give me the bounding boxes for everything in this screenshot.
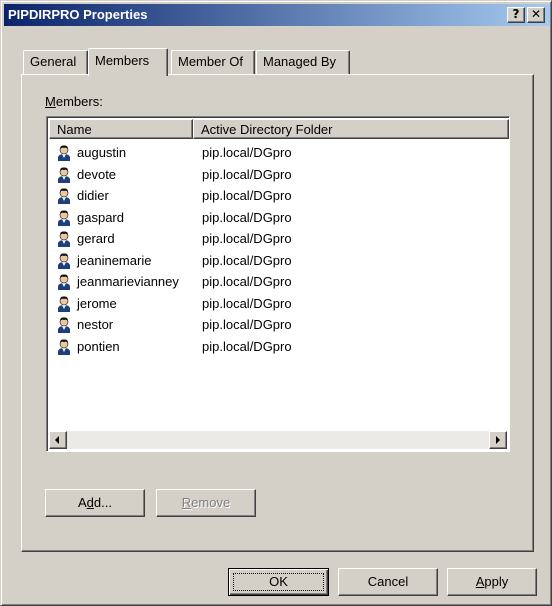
member-folder: pip.local/DGpro [202,252,292,268]
user-icon [55,338,73,356]
user-icon [55,144,73,162]
list-item[interactable]: pontien pip.local/DGpro [55,337,495,357]
help-icon: ? [512,7,520,21]
list-item[interactable]: jerome pip.local/DGpro [55,294,495,314]
close-button[interactable]: ✕ [527,7,545,23]
member-name: gaspard [77,209,124,225]
member-folder: pip.local/DGpro [202,166,292,182]
help-button[interactable]: ? [507,7,525,23]
scroll-left-button[interactable] [49,431,67,449]
list-item[interactable]: didier pip.local/DGpro [55,186,495,206]
close-icon: ✕ [530,7,542,21]
title-bar[interactable]: PIPDIRPRO Properties ? ✕ [4,4,550,26]
list-item[interactable]: gaspard pip.local/DGpro [55,208,495,228]
user-icon [55,273,73,291]
user-icon [55,316,73,334]
member-folder: pip.local/DGpro [202,317,292,332]
member-folder: pip.local/DGpro [202,209,292,225]
tab-label: General [30,54,77,69]
cancel-button[interactable]: Cancel [338,568,438,596]
list-item[interactable]: gerard pip.local/DGpro [55,229,495,249]
scroll-right-button[interactable] [489,431,507,449]
member-folder: pip.local/DGpro [202,295,292,311]
member-name: jeanmarievianney [77,274,179,289]
tab-member-of[interactable]: Member Of [171,50,255,74]
member-folder: pip.local/DGpro [202,274,292,289]
user-icon [55,230,73,248]
arrow-left-icon [55,436,59,444]
add-button[interactable]: Add... [45,489,145,517]
tab-general[interactable]: General [23,50,88,74]
member-folder: pip.local/DGpro [202,188,292,203]
member-name: nestor [77,317,114,332]
user-icon [55,166,73,184]
members-list[interactable]: Name Active Directory Folder augustin pip… [46,116,510,452]
user-icon [55,187,73,205]
tab-label: Member Of [178,54,244,69]
list-item[interactable]: devote pip.local/DGpro [55,165,495,185]
user-icon [55,209,73,227]
member-name: didier [77,188,109,203]
member-name: devote [77,166,117,182]
member-name: gerard [77,231,115,246]
list-item[interactable]: jeaninemarie pip.local/DGpro [55,251,495,271]
member-name: jerome [77,295,117,311]
members-panel: Members: Name Active Directory Folder au… [21,74,534,552]
members-label: Members: [45,94,103,109]
column-header-name[interactable]: Name [49,119,193,139]
arrow-right-icon [496,436,500,444]
member-folder: pip.local/DGpro [202,231,292,246]
properties-dialog: PIPDIRPRO Properties ? ✕ General Members… [0,0,552,606]
member-folder: pip.local/DGpro [202,145,292,160]
member-name: augustin [77,145,127,160]
tab-members[interactable]: Members [88,48,168,76]
tab-label: Members [95,53,150,68]
tab-label: Managed By [263,54,336,69]
list-item[interactable]: jeanmarievianney pip.local/DGpro [55,272,495,292]
remove-button[interactable]: Remove [156,489,256,517]
list-item[interactable]: augustin pip.local/DGpro [55,143,495,163]
user-icon [55,295,73,313]
member-name: pontien [77,338,120,354]
list-item[interactable]: nestor pip.local/DGpro [55,315,495,335]
tab-managed-by[interactable]: Managed By [256,50,350,74]
member-name: jeaninemarie [77,252,152,268]
user-icon [55,252,73,270]
column-header-folder[interactable]: Active Directory Folder [193,119,509,139]
horizontal-scrollbar[interactable] [49,431,507,449]
member-folder: pip.local/DGpro [202,338,292,354]
window-title: PIPDIRPRO Properties [8,7,148,22]
apply-button[interactable]: Apply [447,568,537,596]
ok-button[interactable]: OK [228,568,329,596]
